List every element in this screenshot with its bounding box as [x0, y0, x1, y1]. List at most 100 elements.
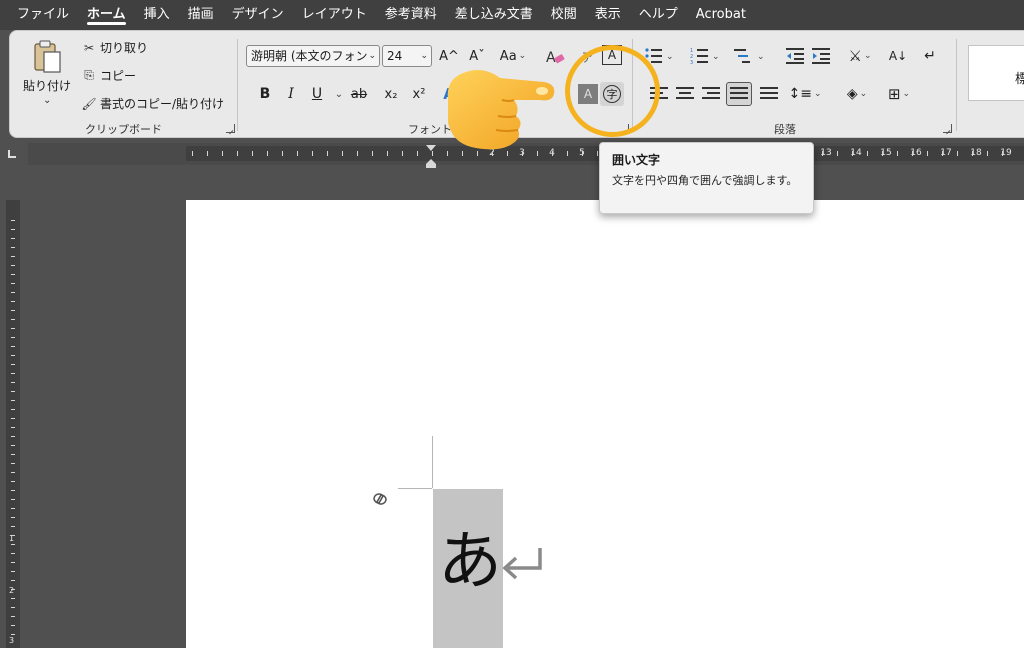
paste-dropdown-icon[interactable]: ⌄	[43, 95, 51, 106]
paste-icon[interactable]	[32, 39, 64, 75]
ruler-tick	[837, 151, 838, 156]
cut-label: 切り取り	[100, 41, 149, 55]
ruler-tick	[11, 400, 15, 401]
tab-layout[interactable]: レイアウト	[293, 0, 376, 30]
clipboard-launcher-icon[interactable]	[226, 124, 235, 133]
shading-button[interactable]: ◈ ⌄	[840, 83, 874, 105]
borders-button[interactable]: ⊞ ⌄	[882, 83, 916, 105]
ruler-tick	[11, 337, 15, 338]
underline-button[interactable]: U	[308, 83, 326, 105]
tab-references[interactable]: 参考資料	[376, 0, 446, 30]
tab-design[interactable]: デザイン	[223, 0, 293, 30]
tab-mailings[interactable]: 差し込み文書	[446, 0, 542, 30]
borders-icon: ⊞	[887, 85, 901, 103]
ruler-tick	[11, 292, 15, 293]
underline-dropdown-icon[interactable]: ⌄	[330, 83, 348, 105]
multilevel-list-icon[interactable]: ⌄	[734, 47, 766, 65]
ruler-tick	[11, 499, 15, 500]
ruler-tick	[11, 373, 15, 374]
ruler-tick	[417, 151, 418, 156]
ruler-tick	[11, 526, 15, 527]
increase-indent-icon[interactable]	[812, 47, 832, 65]
svg-text:⌄: ⌄	[666, 52, 674, 62]
font-name-combo[interactable]: 游明朝 (本文のフォン ⌄	[246, 45, 380, 67]
ruler-tick	[297, 151, 298, 156]
font-size-combo[interactable]: 24 ⌄	[382, 45, 432, 67]
paragraph-mark-icon	[502, 548, 542, 580]
tab-file[interactable]: ファイル	[8, 0, 78, 30]
copilot-icon[interactable]	[370, 490, 390, 508]
align-right-icon[interactable]	[702, 87, 720, 103]
ruler-tick	[11, 472, 15, 473]
ruler-tick	[267, 151, 268, 156]
ruler-tick	[11, 580, 15, 581]
copy-label: コピー	[100, 69, 137, 83]
font-size-value: 24	[387, 49, 403, 63]
ruler-tick	[11, 436, 15, 437]
tab-acrobat[interactable]: Acrobat	[687, 0, 755, 30]
tab-home[interactable]: ホーム	[78, 0, 135, 30]
highlight-ring	[565, 45, 660, 137]
ruler-tick	[11, 544, 15, 545]
paint-bucket-icon: ◈	[846, 86, 858, 102]
ruler-tick	[567, 151, 568, 156]
ruler-tick	[11, 364, 15, 365]
ruler-tick	[372, 151, 373, 156]
line-spacing-button[interactable]: ↕≡ ⌄	[788, 83, 822, 105]
style-normal-tile[interactable]: 標	[968, 45, 1024, 101]
cut-button[interactable]: ✂ 切り取り	[82, 39, 148, 56]
indent-marker-icon[interactable]	[426, 143, 436, 169]
ruler-tick	[387, 151, 388, 156]
tab-help[interactable]: ヘルプ	[630, 0, 687, 30]
ruler-tick	[282, 151, 283, 156]
vertical-ruler[interactable]: 1 2 3	[6, 200, 20, 648]
distributed-icon[interactable]	[760, 87, 778, 103]
ruler-tick	[11, 427, 15, 428]
clipboard-group-label: クリップボード	[85, 123, 162, 136]
ruler-tick	[11, 454, 15, 455]
ruler-tick	[11, 517, 15, 518]
style-normal-label: 標	[1015, 72, 1024, 87]
ruler-tick	[11, 481, 15, 482]
tab-review[interactable]: 校閲	[542, 0, 586, 30]
numbering-icon[interactable]: 1 2 3 ⌄	[690, 47, 720, 65]
subscript-button[interactable]: x₂	[382, 83, 400, 105]
superscript-button[interactable]: x²	[410, 83, 428, 105]
tab-draw[interactable]: 描画	[179, 0, 223, 30]
tab-view[interactable]: 表示	[586, 0, 630, 30]
align-center-icon[interactable]	[676, 87, 694, 103]
paste-button[interactable]: 貼り付け	[23, 77, 71, 94]
paragraph-group-label: 段落	[774, 123, 796, 136]
format-painter-button[interactable]: 🖌 書式のコピー/貼り付け	[81, 95, 224, 112]
decrease-indent-icon[interactable]	[786, 47, 806, 65]
asian-layout-icon: ⚔	[848, 47, 862, 65]
chevron-down-icon: ⌄	[813, 89, 822, 99]
ruler-tick	[402, 151, 403, 156]
show-marks-icon[interactable]: ↵	[920, 45, 940, 67]
ruler-tick	[11, 319, 15, 320]
sort-icon[interactable]: A↓	[888, 45, 908, 67]
ruler-tick	[11, 409, 15, 410]
paragraph-launcher-icon[interactable]	[943, 124, 952, 133]
justify-button[interactable]	[726, 82, 752, 106]
copy-button[interactable]: ⎘ コピー	[82, 67, 136, 84]
pointing-hand-icon	[447, 70, 555, 150]
document-character[interactable]: あ	[438, 522, 502, 602]
bold-button[interactable]: B	[256, 83, 274, 105]
ruler-tick	[822, 151, 823, 156]
italic-button[interactable]: I	[282, 83, 300, 105]
ruler-tick	[312, 151, 313, 156]
ruler-tick	[897, 151, 898, 156]
ruler-tick	[252, 151, 253, 156]
ruler-tick	[927, 151, 928, 156]
strikethrough-button[interactable]: ab	[350, 83, 368, 105]
tab-selector-icon[interactable]	[8, 150, 16, 158]
asian-layout-button[interactable]: ⚔ ⌄	[844, 45, 876, 67]
document-page[interactable]	[186, 200, 1024, 648]
ruler-tick	[192, 151, 193, 156]
tab-insert[interactable]: 挿入	[135, 0, 179, 30]
ruler-tick	[11, 256, 15, 257]
ruler-tick	[11, 553, 15, 554]
chevron-down-icon: ⌄	[863, 51, 872, 61]
ruler-tick	[11, 607, 15, 608]
